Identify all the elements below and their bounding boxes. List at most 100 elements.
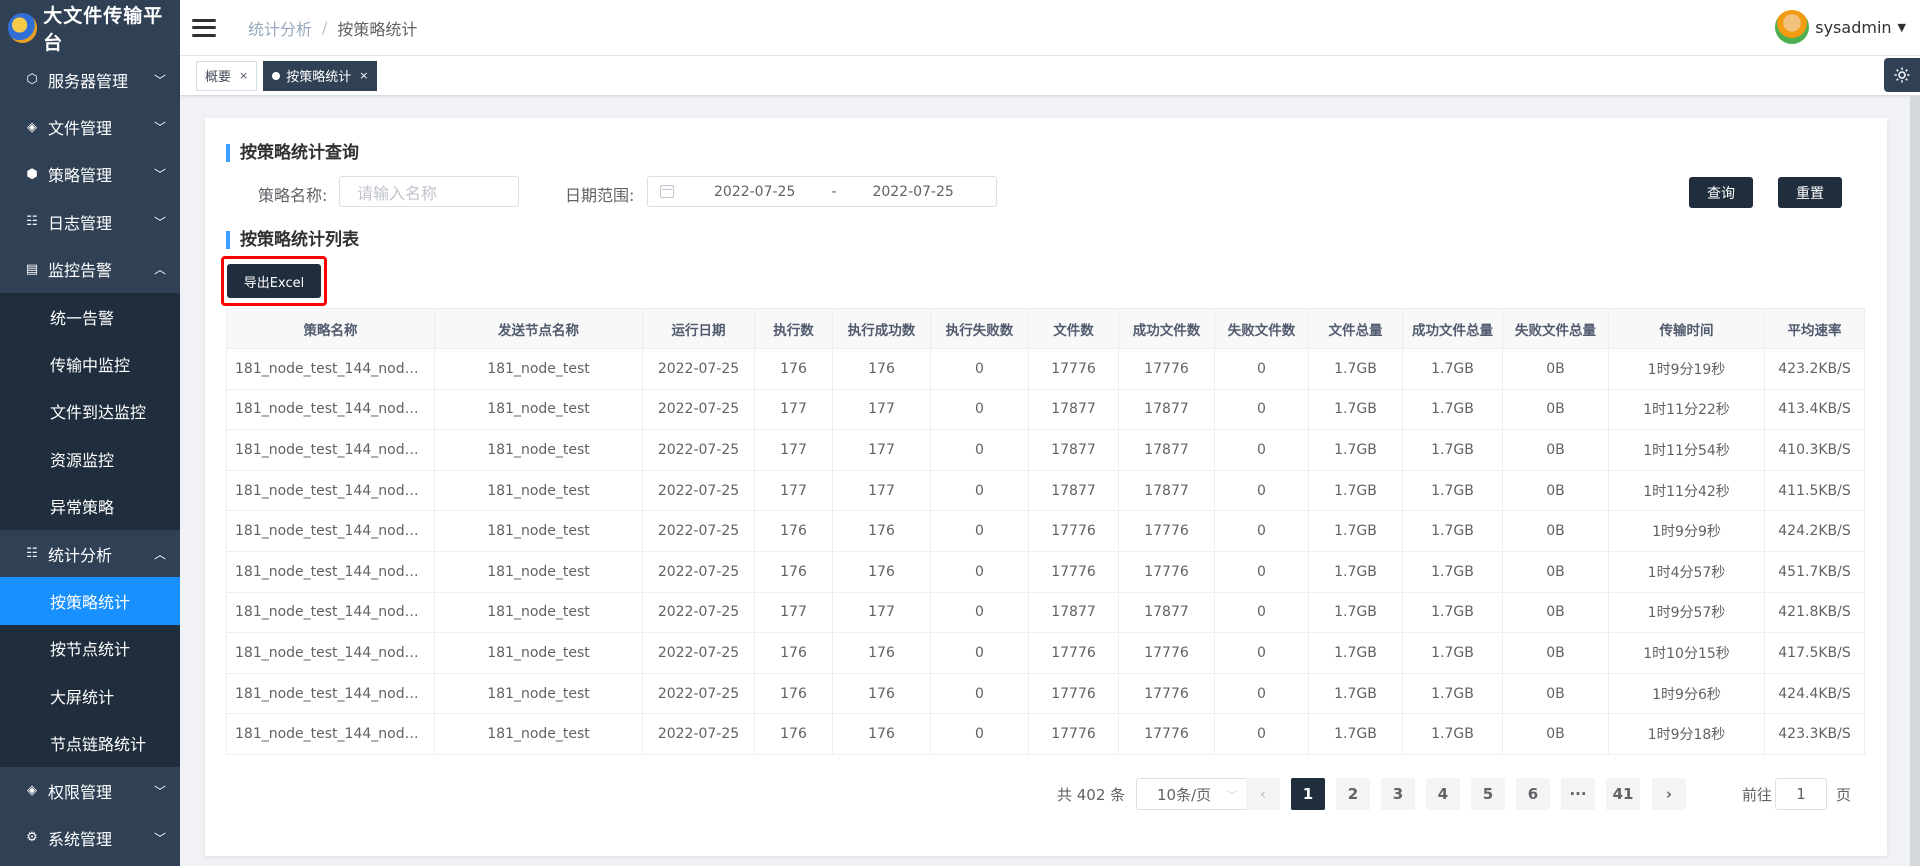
table-cell: 0B xyxy=(1502,510,1609,552)
table-cell: 0 xyxy=(930,713,1029,755)
col-header[interactable]: 成功文件总量 xyxy=(1402,308,1503,349)
page-4-button[interactable]: 4 xyxy=(1426,778,1460,810)
table-cell: 181_node_test xyxy=(434,550,643,593)
app-logo[interactable]: 大文件传输平台 xyxy=(0,0,180,56)
strategy-name-label: 策略名称: xyxy=(258,186,328,205)
sidebar-item-by-node[interactable]: 按节点统计 xyxy=(0,624,180,673)
page-6-button[interactable]: 6 xyxy=(1516,778,1550,810)
export-excel-button[interactable]: 导出Excel xyxy=(227,264,321,298)
table-cell: 176 xyxy=(832,713,931,755)
table-cell: 0 xyxy=(1214,469,1309,512)
page-size-select[interactable]: 10条/页 ﹀ xyxy=(1136,778,1248,810)
menu-file[interactable]: ◈ 文件管理 ﹀ xyxy=(0,103,180,150)
table-row[interactable]: 181_node_test_144_node_test 181_node_test… xyxy=(226,713,1865,755)
col-header[interactable]: 运行日期 xyxy=(642,308,755,349)
prev-page-button[interactable]: ‹ xyxy=(1246,778,1280,810)
table-cell: 2022-07-25 xyxy=(642,672,755,715)
reset-button[interactable]: 重置 xyxy=(1778,177,1842,208)
close-icon[interactable]: × xyxy=(239,69,248,82)
hamburger-icon[interactable] xyxy=(192,18,216,37)
table-cell: 1时11分54秒 xyxy=(1608,429,1765,471)
avatar[interactable] xyxy=(1775,10,1810,44)
table-row[interactable]: 181_node_test_144_node_test 181_node_test… xyxy=(226,510,1865,552)
menu-monitor[interactable]: ▤ 监控告警 ︿ xyxy=(0,246,180,293)
table-row[interactable]: 181_node_test_144_node_test 181_node_test… xyxy=(226,348,1865,390)
col-header[interactable]: 文件数 xyxy=(1028,308,1119,349)
menu-server[interactable]: ⬡ 服务器管理 ﹀ xyxy=(0,56,180,103)
col-header[interactable]: 失败文件总量 xyxy=(1502,308,1609,349)
table-cell: 1.7GB xyxy=(1402,469,1503,512)
table-row[interactable]: 181_node_test_144_node_test 181_node_test… xyxy=(226,632,1865,674)
next-page-button[interactable]: › xyxy=(1652,778,1686,810)
table-row[interactable]: 181_node_test_144_node_test 181_node_test… xyxy=(226,469,1865,512)
active-dot-icon xyxy=(272,71,281,80)
page-5-button[interactable]: 5 xyxy=(1471,778,1505,810)
close-icon[interactable]: × xyxy=(359,69,368,82)
table-row[interactable]: 181_node_test_144_node_test 181_node_test… xyxy=(226,672,1865,715)
sidebar-item-file-arrival[interactable]: 文件到达监控 xyxy=(0,387,180,436)
top-navbar: 统计分析 / 按策略统计 sysadmin ▼ xyxy=(180,0,1920,56)
table-cell: 0 xyxy=(930,469,1029,512)
permission-icon: ◈ xyxy=(27,783,37,799)
col-header[interactable]: 执行数 xyxy=(754,308,833,349)
col-header[interactable]: 失败文件数 xyxy=(1214,308,1309,349)
menu-strategy[interactable]: ⬢ 策略管理 ﹀ xyxy=(0,151,180,198)
table-cell: 177 xyxy=(832,469,931,512)
table-row[interactable]: 181_node_test_144_node_test 181_node_test… xyxy=(226,550,1865,593)
page-41-button[interactable]: 41 xyxy=(1606,778,1640,810)
breadcrumb-item-stats[interactable]: 统计分析 xyxy=(248,16,312,40)
sidebar-item-unified-alarm[interactable]: 统一告警 xyxy=(0,292,180,341)
page-size-value: 10条/页 xyxy=(1157,785,1212,804)
table-row[interactable]: 181_node_test_144_node_test 181_node_test… xyxy=(226,429,1865,471)
monitor-icon: ▤ xyxy=(25,261,39,277)
table-row[interactable]: 181_node_test_144_node_test 181_node_test… xyxy=(226,388,1865,431)
table-cell: 0 xyxy=(1214,348,1309,390)
log-icon: ☷ xyxy=(26,214,38,230)
tag-by-strategy[interactable]: 按策略统计 × xyxy=(263,60,378,91)
date-start[interactable]: 2022-07-25 xyxy=(714,184,795,200)
sidebar-item-abnormal-strategy[interactable]: 异常策略 xyxy=(0,482,180,530)
page-3-button[interactable]: 3 xyxy=(1381,778,1415,810)
col-header[interactable]: 执行失败数 xyxy=(930,308,1029,349)
col-header[interactable]: 平均速率 xyxy=(1764,308,1865,349)
sidebar-item-resource-monitor[interactable]: 资源监控 xyxy=(0,435,180,483)
table-cell: 17776 xyxy=(1118,672,1215,715)
table-cell: 181_node_test_144_node_test xyxy=(226,713,435,755)
table-cell: 1时4分57秒 xyxy=(1608,550,1765,593)
strategy-name-input[interactable]: 请输入名称 xyxy=(339,176,519,207)
sidebar-item-node-link[interactable]: 节点链路统计 xyxy=(0,719,180,767)
goto-page-input[interactable]: 1 xyxy=(1775,778,1827,810)
page-2-button[interactable]: 2 xyxy=(1336,778,1370,810)
col-header[interactable]: 文件总量 xyxy=(1308,308,1403,349)
table-cell: 176 xyxy=(754,348,833,390)
page-1-button[interactable]: 1 xyxy=(1291,778,1325,810)
search-button[interactable]: 查询 xyxy=(1689,177,1753,208)
main-card: 按策略统计查询 策略名称: 请输入名称 日期范围: 2022-07-25 - 2… xyxy=(205,118,1887,856)
menu-system[interactable]: ⚙ 系统管理 ﹀ xyxy=(0,814,180,861)
table-row[interactable]: 181_node_test_144_node_test 181_node_test… xyxy=(226,591,1865,634)
menu-stats[interactable]: ☷ 统计分析 ︿ xyxy=(0,530,180,577)
table-cell: 0 xyxy=(1214,388,1309,431)
sidebar-item-big-screen[interactable]: 大屏统计 xyxy=(0,672,180,720)
page-scrollbar[interactable] xyxy=(1910,96,1920,866)
username[interactable]: sysadmin xyxy=(1815,18,1891,37)
col-header[interactable]: 执行成功数 xyxy=(832,308,931,349)
menu-log[interactable]: ☷ 日志管理 ﹀ xyxy=(0,198,180,245)
col-header[interactable]: 发送节点名称 xyxy=(434,308,643,349)
sidebar-item-transfer-monitor[interactable]: 传输中监控 xyxy=(0,340,180,388)
date-end[interactable]: 2022-07-25 xyxy=(872,184,953,200)
tags-view: 概要 × 按策略统计 × xyxy=(180,56,1920,96)
col-header[interactable]: 成功文件数 xyxy=(1118,308,1215,349)
col-header[interactable]: 策略名称 xyxy=(226,308,435,349)
table-cell: 0 xyxy=(1214,591,1309,634)
col-header[interactable]: 传输时间 xyxy=(1608,308,1765,349)
user-menu[interactable]: sysadmin ▼ xyxy=(1775,10,1906,44)
caret-down-icon[interactable]: ▼ xyxy=(1898,21,1906,34)
table-cell: 17776 xyxy=(1118,510,1215,552)
tag-overview[interactable]: 概要 × xyxy=(196,60,258,91)
more-pages-button[interactable]: ··· xyxy=(1561,778,1595,810)
date-range-picker[interactable]: 2022-07-25 - 2022-07-25 xyxy=(647,176,997,207)
settings-button[interactable] xyxy=(1884,58,1920,92)
menu-permission[interactable]: ◈ 权限管理 ﹀ xyxy=(0,767,180,814)
sidebar-item-by-strategy[interactable]: 按策略统计 xyxy=(0,577,180,625)
